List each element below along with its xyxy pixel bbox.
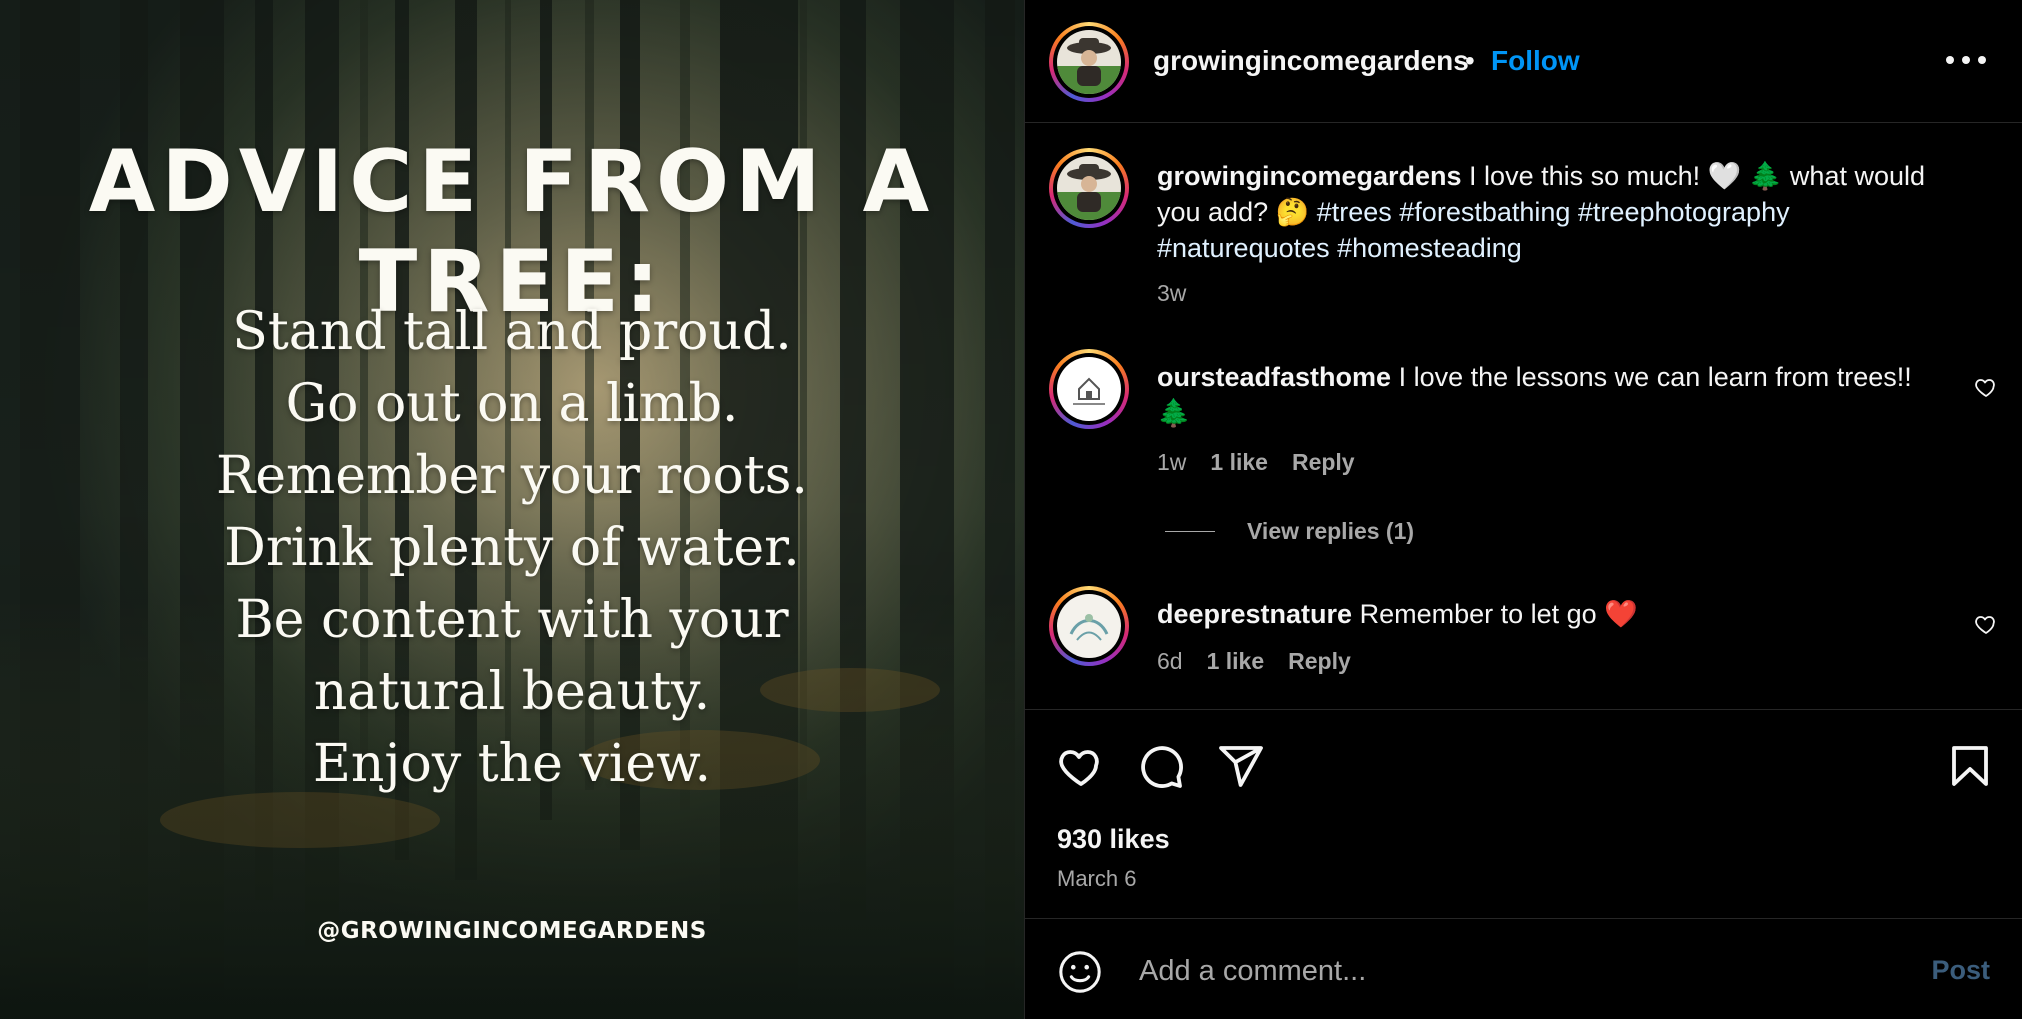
quote-line: Stand tall and proud. [232, 302, 792, 362]
share-icon[interactable] [1217, 742, 1265, 790]
likes-count[interactable]: 930 likes [1057, 824, 1170, 855]
heart-icon[interactable] [1057, 742, 1105, 790]
quote-lines: Stand tall and proud. Go out on a limb. … [0, 296, 1024, 800]
quote-line: Remember your roots. [216, 446, 808, 506]
commenter-avatar[interactable] [1049, 586, 1129, 666]
bookmark-icon[interactable] [1946, 742, 1994, 790]
post-date[interactable]: March 6 [1057, 866, 1136, 892]
author-avatar[interactable] [1049, 22, 1129, 102]
quote-overlay: ADVICE FROM A TREE: Stand tall and proud… [0, 0, 1024, 1019]
separator-dot: • [1465, 45, 1475, 76]
replies-divider-line [1165, 531, 1215, 532]
commenter-avatar[interactable] [1049, 349, 1129, 429]
comment-username[interactable]: deeprestnature [1157, 599, 1352, 629]
reply-button[interactable]: Reply [1292, 449, 1355, 476]
emoji-icon[interactable] [1057, 949, 1103, 995]
author-username[interactable]: growingincomegardens [1153, 45, 1469, 77]
comment-composer: Post [1025, 918, 2022, 1019]
comment-likes[interactable]: 1 like [1210, 449, 1268, 476]
more-horizontal-icon[interactable] [1946, 52, 1986, 68]
view-replies-label: View replies (1) [1247, 518, 1415, 544]
caption-time[interactable]: 3w [1157, 280, 1186, 307]
reply-button[interactable]: Reply [1288, 648, 1351, 675]
post-header: growingincomegardens • Follow [1025, 0, 2022, 123]
comment-like-heart-icon[interactable] [1974, 612, 1998, 636]
caption-body: I love this so much! [1461, 161, 1708, 191]
quote-handle: @GROWINGINCOMEGARDENS [317, 918, 707, 944]
comment-time[interactable]: 6d [1157, 648, 1183, 675]
post-container: ADVICE FROM A TREE: Stand tall and proud… [0, 0, 2022, 1019]
quote-line: Be content with your [235, 590, 789, 650]
quote-line: Go out on a limb. [285, 374, 739, 434]
comment-like-heart-icon[interactable] [1974, 375, 1998, 399]
follow-button[interactable]: Follow [1491, 45, 1580, 77]
comment-text: oursteadfasthome I love the lessons we c… [1157, 359, 1937, 431]
action-bar: 930 likes March 6 [1025, 709, 2022, 918]
caption-username[interactable]: growingincomegardens [1157, 161, 1462, 191]
comment-body: Remember to let go ❤️ [1352, 599, 1638, 629]
comment-icon[interactable] [1137, 742, 1185, 790]
tree-emoji: 🌲 [1748, 161, 1783, 191]
comment-time[interactable]: 1w [1157, 449, 1186, 476]
post-comment-button[interactable]: Post [1931, 955, 1990, 986]
quote-line: Enjoy the view. [312, 734, 712, 794]
comment-likes[interactable]: 1 like [1207, 648, 1265, 675]
view-replies-button[interactable]: View replies (1) [1165, 518, 1414, 545]
post-sidebar: growingincomegardens • Follow growinginc… [1024, 0, 2022, 1019]
caption-meta: 3w [1157, 280, 1186, 307]
thinking-emoji: 🤔 [1275, 197, 1310, 227]
caption-avatar[interactable] [1049, 148, 1129, 228]
comment-meta: 1w 1 like Reply [1157, 449, 1355, 476]
quote-line: natural beauty. [313, 662, 711, 722]
comment-meta: 6d 1 like Reply [1157, 648, 1351, 675]
comment-username[interactable]: oursteadfasthome [1157, 362, 1391, 392]
comment-input[interactable] [1137, 945, 1841, 997]
quote-line: Drink plenty of water. [224, 518, 800, 578]
caption-text: growingincomegardens I love this so much… [1157, 158, 1937, 266]
post-image[interactable]: ADVICE FROM A TREE: Stand tall and proud… [0, 0, 1024, 1019]
heart-emoji: 🤍 [1707, 161, 1742, 191]
comment-text: deeprestnature Remember to let go ❤️ [1157, 596, 1937, 632]
